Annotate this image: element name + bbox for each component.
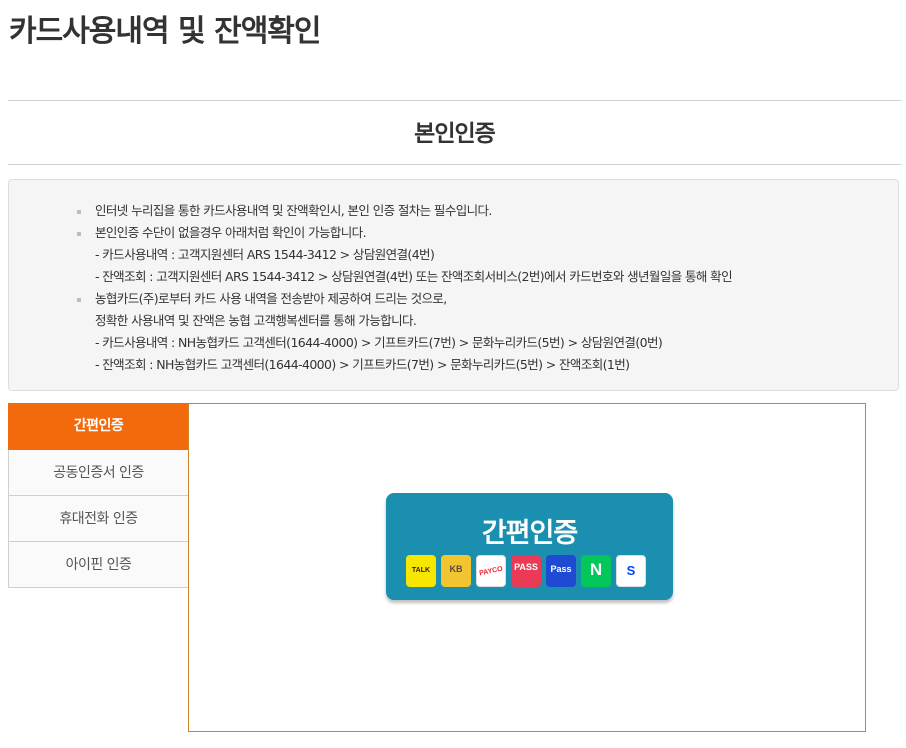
notice-item: 인터넷 누리집을 통한 카드사용내역 및 잔액확인시, 본인 인증 절차는 필수… (77, 200, 732, 222)
kb-label: KB (449, 564, 463, 574)
notice-list: 인터넷 누리집을 통한 카드사용내역 및 잔액확인시, 본인 인증 절차는 필수… (77, 200, 733, 376)
notice-item: 본인인증 수단이 없을경우 아래처럼 확인이 가능합니다. - 카드사용내역 :… (77, 222, 733, 288)
notice-line: 정확한 사용내역 및 잔액은 농협 고객행복센터를 통해 가능합니다. (95, 313, 417, 328)
auth-method-tabs: 간편인증 공동인증서 인증 휴대전화 인증 아이핀 인증 (8, 403, 189, 588)
easy-auth-label: 간편인증 (481, 518, 578, 549)
notice-line: - 카드사용내역 : NH농협카드 고객센터(1644-4000) > 기프트카… (95, 335, 663, 350)
shinhan-label: S (626, 563, 636, 578)
pass-icon: PASS (511, 555, 541, 587)
section-divider (8, 164, 901, 165)
naver-icon: N (581, 555, 611, 587)
kb-icon: KB (441, 555, 471, 587)
samsung-pass-label: Pass (550, 564, 572, 574)
tab-mobile-phone[interactable]: 휴대전화 인증 (8, 496, 189, 542)
tab-easy-auth[interactable]: 간편인증 (8, 403, 189, 450)
easy-auth-button[interactable]: 간편인증 TALK KB PAYCO PASS Pass N S (386, 493, 673, 600)
samsung-pass-icon: Pass (546, 555, 576, 587)
notice-line: 인터넷 누리집을 통한 카드사용내역 및 잔액확인시, 본인 인증 절차는 필수… (95, 203, 492, 218)
kakao-icon: TALK (406, 555, 436, 587)
notice-line: 농협카드(주)로부터 카드 사용 내역을 전송받아 제공하여 드리는 것으로, (95, 291, 447, 306)
notice-line: 본인인증 수단이 없을경우 아래처럼 확인이 가능합니다. (95, 225, 367, 240)
notice-line: - 잔액조회 : NH농협카드 고객센터(1644-4000) > 기프트카드(… (95, 357, 630, 372)
notice-box: 인터넷 누리집을 통한 카드사용내역 및 잔액확인시, 본인 인증 절차는 필수… (8, 179, 899, 391)
payco-icon: PAYCO (476, 555, 506, 587)
page-title: 카드사용내역 및 잔액확인 (9, 14, 321, 49)
naver-label: N (589, 560, 603, 579)
notice-item: 농협카드(주)로부터 카드 사용 내역을 전송받아 제공하여 드리는 것으로, … (77, 288, 732, 376)
tab-ipin[interactable]: 아이핀 인증 (8, 542, 189, 588)
payco-label: PAYCO (478, 565, 504, 578)
section-title: 본인인증 (414, 121, 496, 147)
kakao-label: TALK (411, 567, 431, 574)
notice-line: - 잔액조회 : 고객지원센터 ARS 1544-3412 > 상담원연결(4번… (95, 269, 733, 284)
pass-label: PASS (514, 562, 538, 572)
shinhan-icon: S (616, 555, 646, 587)
top-divider (8, 100, 901, 101)
notice-line: - 카드사용내역 : 고객지원센터 ARS 1544-3412 > 상담원연결(… (95, 247, 435, 262)
tab-joint-certificate[interactable]: 공동인증서 인증 (8, 450, 189, 496)
auth-panel: 간편인증 TALK KB PAYCO PASS Pass N S (188, 403, 866, 732)
